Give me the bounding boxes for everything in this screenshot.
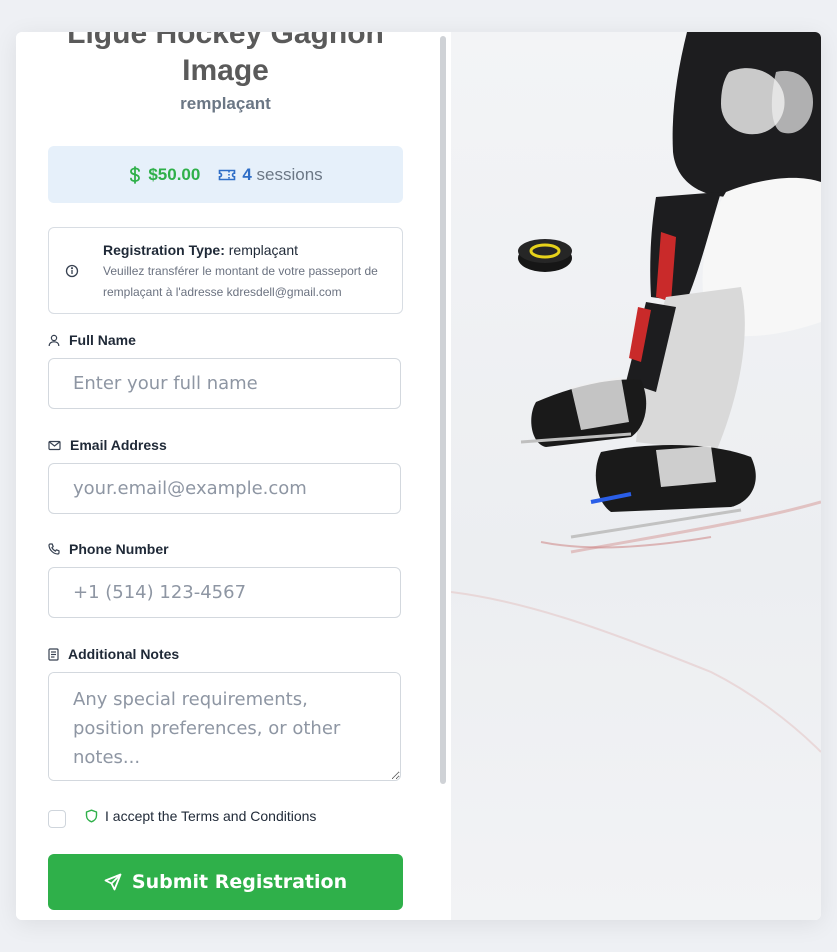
form-scrollbar[interactable] bbox=[440, 36, 446, 784]
phone-label: Phone Number bbox=[48, 541, 169, 557]
send-icon bbox=[104, 873, 122, 891]
terms-label-text: I accept the Terms and Conditions bbox=[105, 808, 317, 824]
full-name-label: Full Name bbox=[48, 332, 136, 348]
transfer-instructions: Veuillez transférer le montant de votre … bbox=[103, 264, 378, 299]
full-name-input[interactable] bbox=[48, 358, 401, 409]
terms-label[interactable]: I accept the Terms and Conditions bbox=[85, 808, 316, 824]
registration-form-pane: Ligue Hockey Gagnon Image remplaçant $50… bbox=[16, 32, 451, 920]
full-name-label-text: Full Name bbox=[69, 332, 136, 348]
email-input[interactable] bbox=[48, 463, 401, 514]
sessions-label: sessions bbox=[256, 164, 323, 184]
registration-type-subtitle: remplaçant bbox=[180, 94, 271, 113]
phone-label-text: Phone Number bbox=[69, 541, 169, 557]
page-title-line1: Ligue Hockey Gagnon bbox=[67, 32, 384, 50]
registration-card: Ligue Hockey Gagnon Image remplaçant $50… bbox=[16, 32, 821, 920]
terms-checkbox[interactable] bbox=[48, 810, 66, 828]
submit-label: Submit Registration bbox=[131, 871, 348, 893]
email-label-text: Email Address bbox=[70, 437, 167, 453]
notes-icon bbox=[48, 647, 59, 661]
phone-icon bbox=[48, 543, 60, 555]
dollar-icon bbox=[130, 165, 141, 184]
registration-type-value: remplaçant bbox=[228, 242, 299, 258]
submit-registration-button[interactable]: Submit Registration bbox=[48, 854, 403, 910]
hockey-player-image bbox=[451, 32, 821, 920]
notes-label-text: Additional Notes bbox=[68, 646, 180, 662]
ticket-icon bbox=[219, 169, 236, 180]
user-icon bbox=[48, 334, 60, 346]
registration-info-box: Registration Type: remplaçant Veuillez t… bbox=[48, 227, 403, 314]
registration-type-label: Registration Type: bbox=[103, 242, 225, 258]
pricing-summary: $50.00 4 sessions bbox=[48, 146, 403, 203]
mail-icon bbox=[48, 440, 61, 450]
shield-check-icon bbox=[85, 809, 98, 823]
notes-textarea[interactable] bbox=[48, 672, 401, 781]
phone-input[interactable] bbox=[48, 567, 401, 618]
notes-label: Additional Notes bbox=[48, 646, 179, 662]
info-icon bbox=[65, 264, 79, 278]
price-amount: $50.00 bbox=[148, 164, 201, 184]
email-label: Email Address bbox=[48, 437, 167, 453]
hockey-scene-illustration bbox=[451, 32, 821, 753]
price: $50.00 bbox=[128, 165, 200, 185]
registration-type: Registration Type: remplaçant bbox=[103, 242, 298, 258]
sessions-count: 4 bbox=[242, 164, 252, 184]
page-title-line2: Image bbox=[182, 54, 269, 87]
sessions: 4 sessions bbox=[218, 164, 323, 185]
